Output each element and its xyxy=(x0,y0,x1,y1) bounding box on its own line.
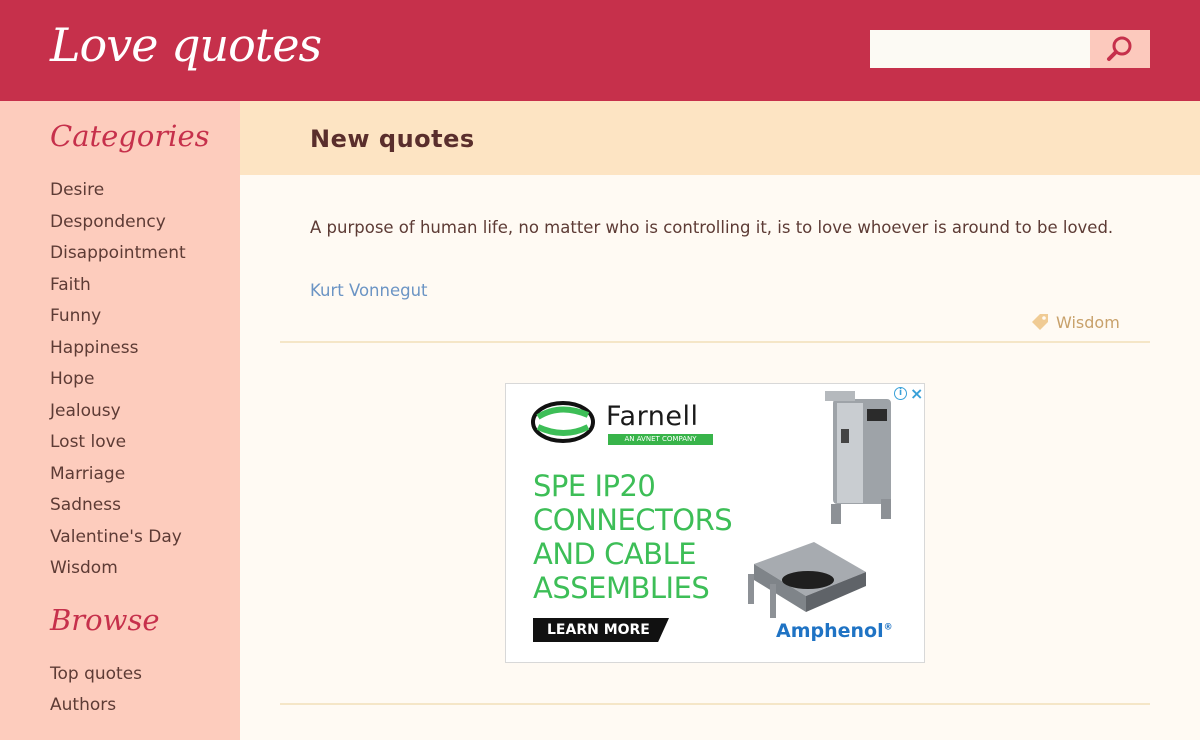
sidebar: Categories Desire Despondency Disappointme… xyxy=(0,101,240,740)
ad-partner-name: Amphenol xyxy=(776,620,884,642)
category-list: Desire Despondency Disappointment Faith Funn… xyxy=(50,180,186,590)
farnell-logo-icon xyxy=(531,401,595,443)
ad-headline-line: SPE IP20 xyxy=(533,469,656,503)
ad-brand: Farnell xyxy=(606,401,699,432)
browse-list: Top quotes Authors xyxy=(50,664,142,726)
site-header: Love quotes xyxy=(0,0,1200,101)
ad-headline-line: CONNECTORS xyxy=(533,503,733,537)
quote-author-link[interactable]: Kurt Vonnegut xyxy=(310,281,428,300)
search-button[interactable] xyxy=(1090,30,1150,68)
divider xyxy=(280,703,1150,705)
search-input[interactable] xyxy=(870,30,1090,68)
info-icon[interactable]: i xyxy=(894,387,907,400)
ad-headline-line: ASSEMBLIES xyxy=(533,571,710,605)
sidebar-category-item[interactable]: Disappointment xyxy=(50,243,186,275)
tag-icon xyxy=(1032,314,1048,330)
ad-headline-line: AND CABLE xyxy=(533,537,697,571)
advertisement[interactable]: Farnell AN AVNET COMPANY SPE IP20 CONNEC… xyxy=(505,383,925,663)
sidebar-category-item[interactable]: Marriage xyxy=(50,464,186,496)
quote-tag-link[interactable]: Wisdom xyxy=(1030,312,1120,332)
sidebar-category-item[interactable]: Funny xyxy=(50,306,186,338)
divider xyxy=(280,341,1150,343)
sidebar-category-item[interactable]: Wisdom xyxy=(50,558,186,590)
ad-partner-logo: Amphenol® xyxy=(776,620,893,642)
search-icon xyxy=(1107,36,1132,61)
site-logo[interactable]: Love quotes xyxy=(50,18,322,72)
sidebar-category-item[interactable]: Jealousy xyxy=(50,401,186,433)
quote-tag-label: Wisdom xyxy=(1056,312,1120,332)
close-icon[interactable]: × xyxy=(910,384,923,403)
categories-heading: Categories xyxy=(50,119,210,153)
browse-heading: Browse xyxy=(50,603,160,637)
sidebar-browse-item[interactable]: Top quotes xyxy=(50,664,142,695)
connector-product-image xyxy=(825,391,891,524)
ad-learn-more-button[interactable]: LEARN MORE xyxy=(533,618,669,642)
quote-text: A purpose of human life, no matter who i… xyxy=(310,218,1114,237)
sidebar-category-item[interactable]: Happiness xyxy=(50,338,186,370)
connector-product-image xyxy=(748,542,866,618)
title-band: New quotes xyxy=(240,101,1200,175)
sidebar-browse-item[interactable]: Authors xyxy=(50,695,142,726)
sidebar-category-item[interactable]: Faith xyxy=(50,275,186,307)
ad-brand-sub: AN AVNET COMPANY xyxy=(608,434,713,445)
page-title: New quotes xyxy=(310,125,475,153)
sidebar-category-item[interactable]: Despondency xyxy=(50,212,186,244)
sidebar-category-item[interactable]: Hope xyxy=(50,369,186,401)
sidebar-category-item[interactable]: Sadness xyxy=(50,495,186,527)
sidebar-category-item[interactable]: Lost love xyxy=(50,432,186,464)
sidebar-category-item[interactable]: Valentine's Day xyxy=(50,527,186,559)
ad-headline: SPE IP20 CONNECTORS AND CABLE ASSEMBLIES xyxy=(533,469,773,605)
sidebar-category-item[interactable]: Desire xyxy=(50,180,186,212)
